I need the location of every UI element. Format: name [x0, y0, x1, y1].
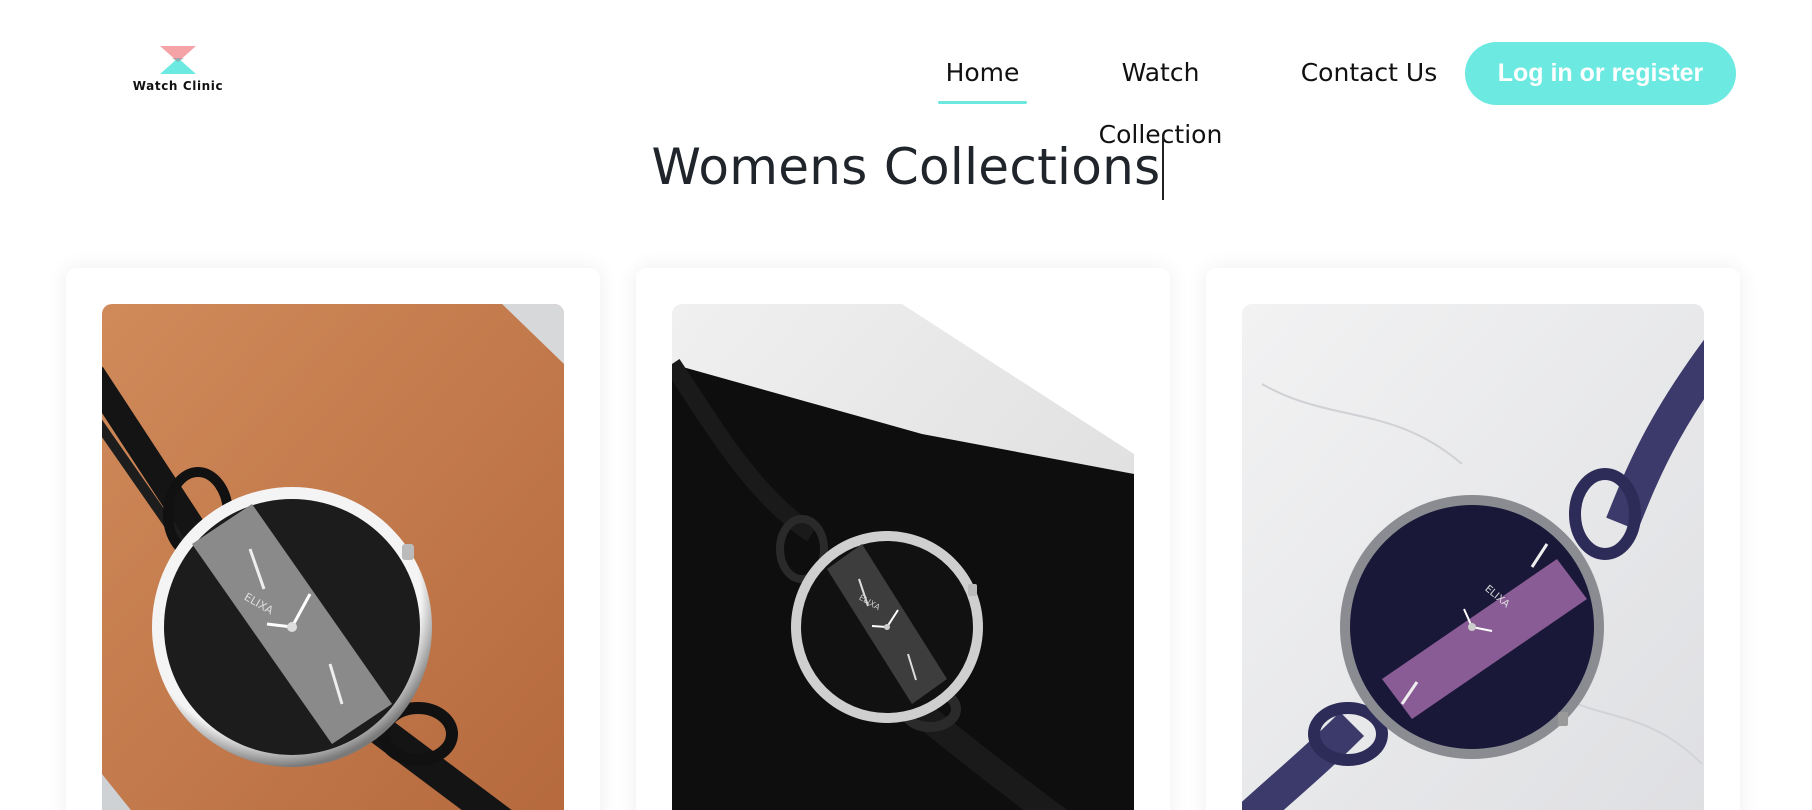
brand-name: Watch Clinic — [132, 79, 224, 93]
product-image[interactable]: ELIXA — [672, 304, 1134, 810]
product-card[interactable]: ELIXA — [66, 268, 600, 810]
hourglass-logo-icon — [160, 46, 196, 74]
product-card[interactable]: ELIXA — [636, 268, 1170, 810]
product-image[interactable]: ELIXA — [1242, 304, 1704, 810]
product-card[interactable]: ELIXA — [1206, 268, 1740, 810]
site-logo[interactable]: Watch Clinic — [128, 44, 228, 94]
product-image[interactable]: ELIXA — [102, 304, 564, 810]
nav-link-home[interactable]: Home — [938, 42, 1027, 104]
login-register-button[interactable]: Log in or register — [1465, 42, 1736, 105]
page-title-wrapper: Womens Collections — [0, 136, 1812, 200]
text-caret — [1162, 136, 1165, 200]
page-title: Womens Collections — [651, 138, 1161, 196]
nav-link-contact-us[interactable]: Contact Us — [1299, 42, 1439, 104]
nav-link-watch-collection[interactable]: Watch Collection — [1068, 42, 1253, 149]
